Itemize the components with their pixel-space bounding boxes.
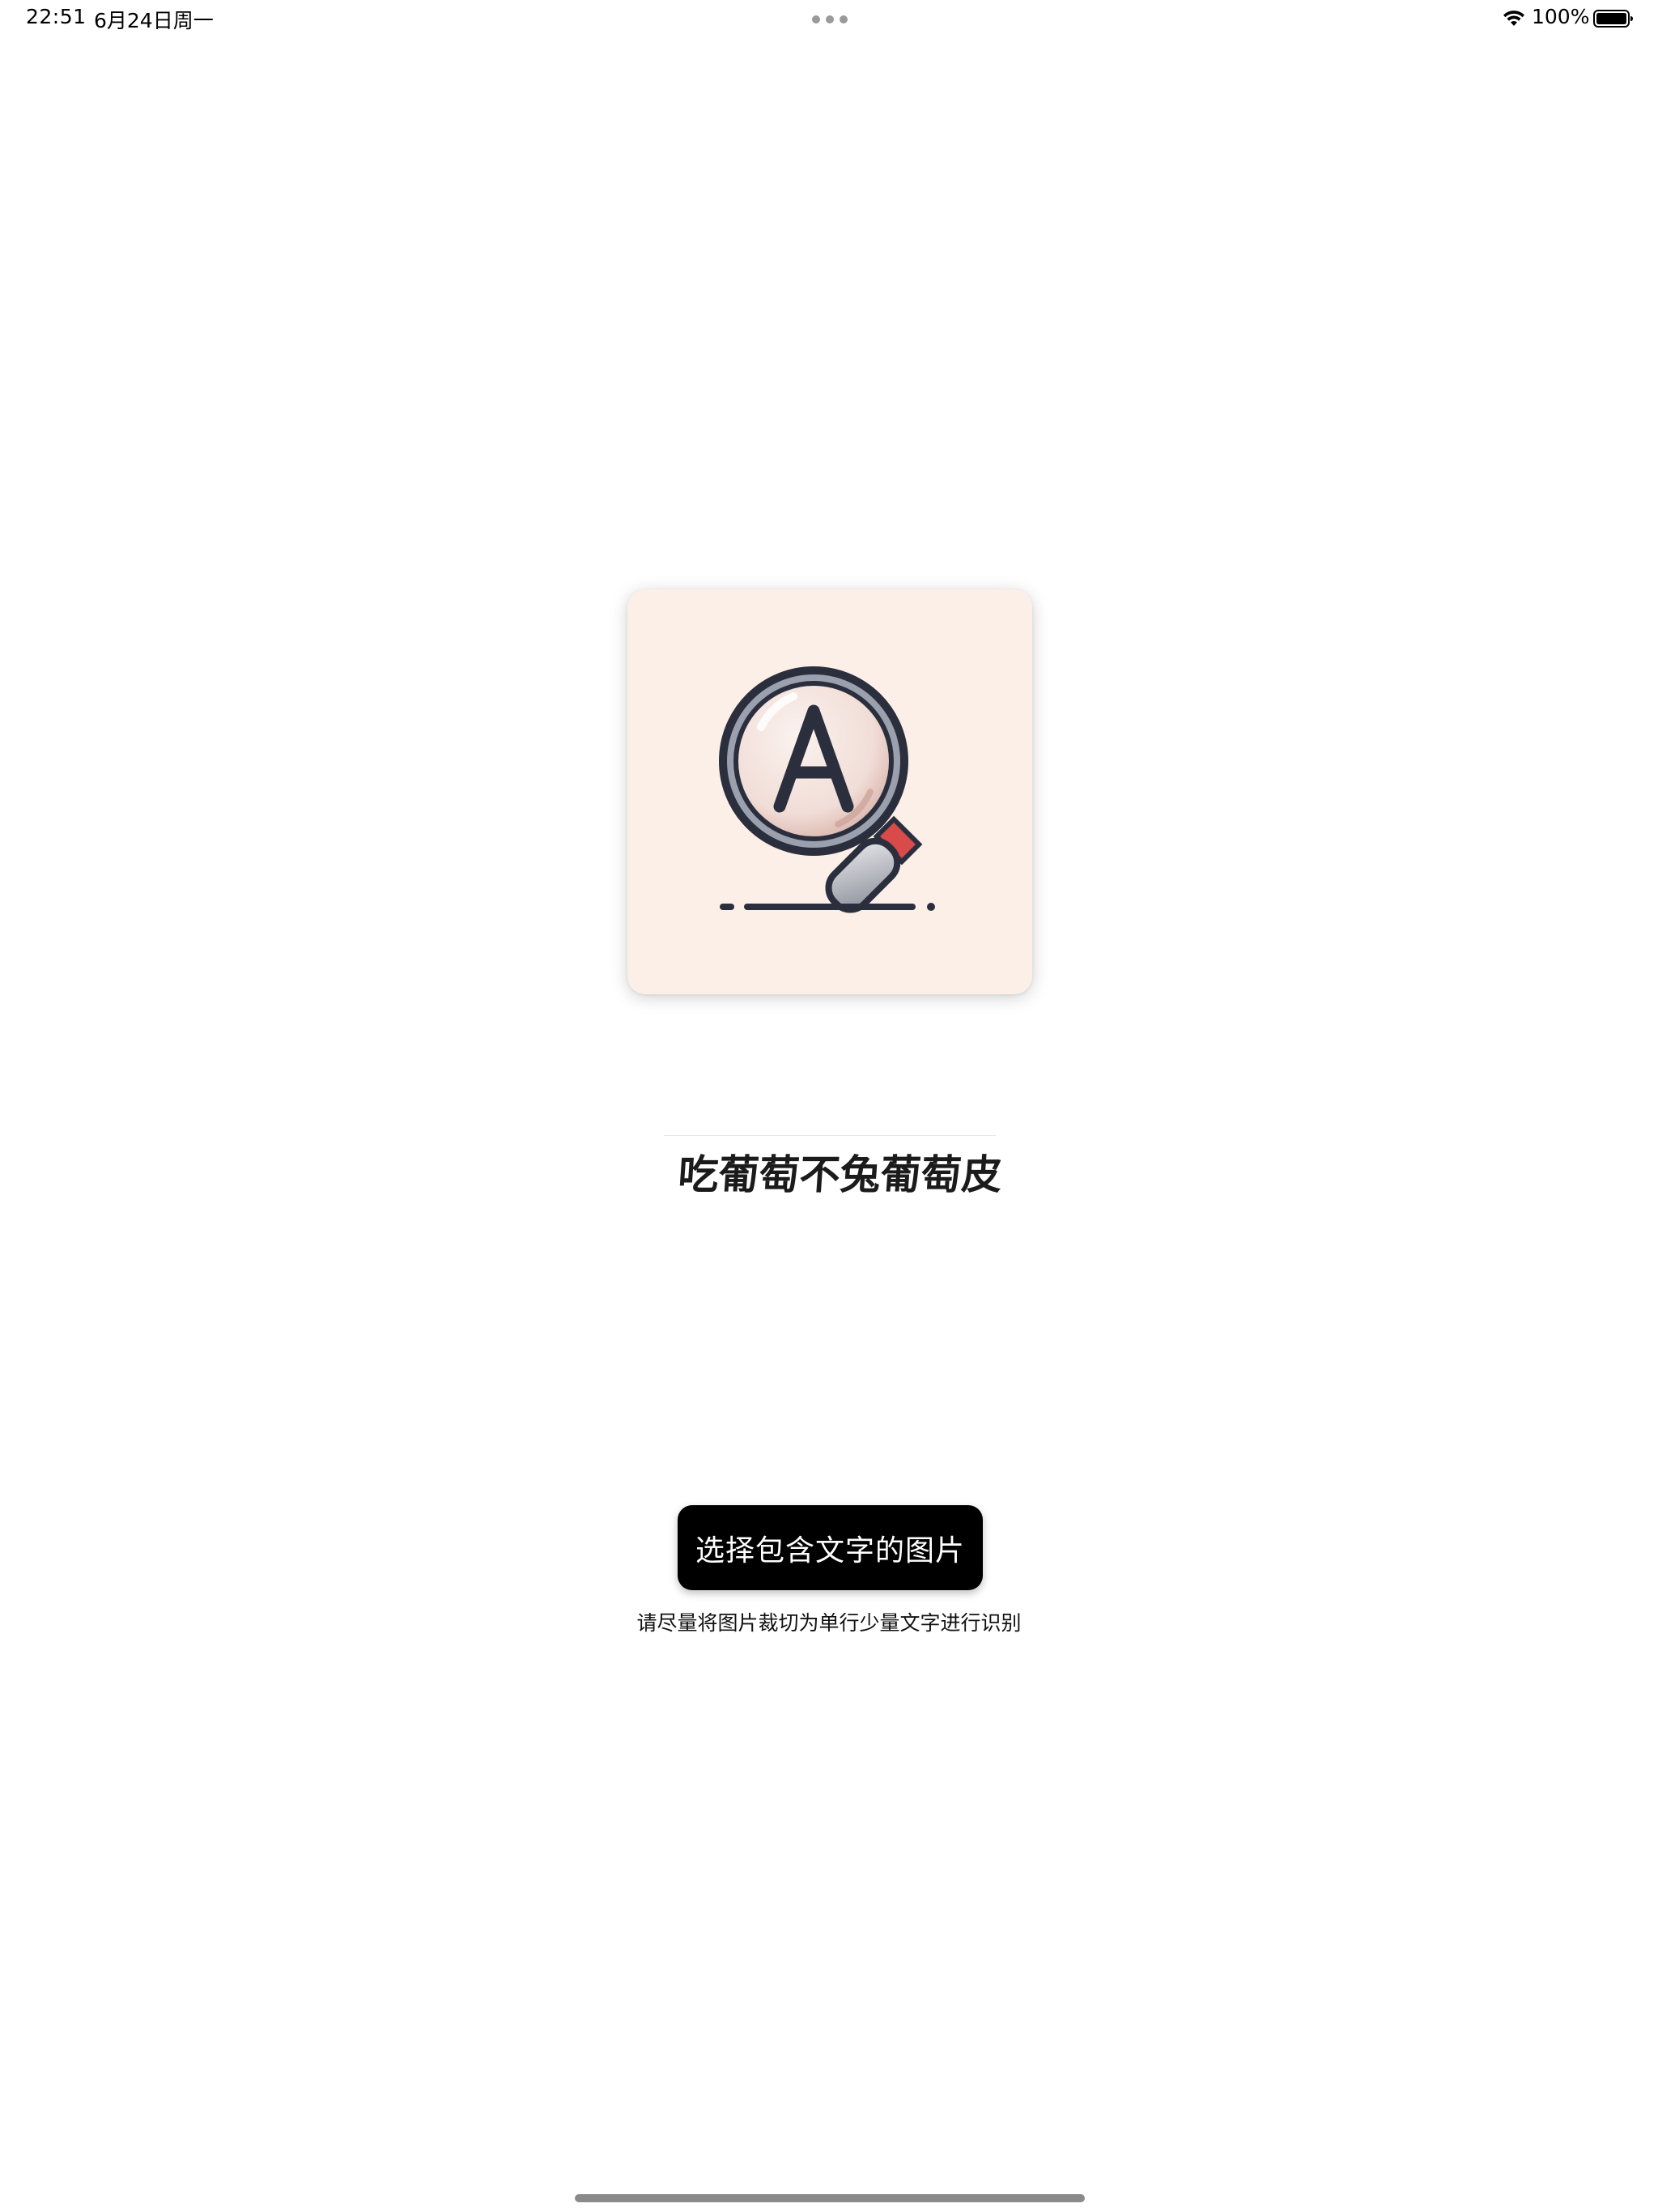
sample-text: 吃葡萄不兔葡萄皮 xyxy=(676,1151,1004,1198)
multitask-dots-icon[interactable] xyxy=(812,15,848,24)
status-time: 22:51 xyxy=(26,5,87,28)
battery-icon xyxy=(1593,10,1633,28)
magnifying-glass-icon xyxy=(719,666,935,913)
wifi-icon xyxy=(1503,11,1524,26)
hint-text: 请尽量将图片裁切为单行少量文字进行识别 xyxy=(636,1611,1022,1635)
status-date: 6月24日周一 xyxy=(94,9,214,32)
app-icon-card xyxy=(627,589,1032,994)
select-image-button[interactable]: 选择包含文字的图片 xyxy=(678,1505,983,1590)
sample-text-image: 吃葡萄不兔葡萄皮 xyxy=(664,1135,1004,1198)
screen: 22:51 6月24日周一 100% 吃葡萄不兔葡萄皮 选择包含文字的图片 请尽… xyxy=(0,0,1658,2212)
battery-percentage: 100% xyxy=(1532,5,1590,28)
home-indicator[interactable] xyxy=(575,2194,1085,2202)
status-bar: 22:51 6月24日周一 100% xyxy=(0,0,1658,39)
